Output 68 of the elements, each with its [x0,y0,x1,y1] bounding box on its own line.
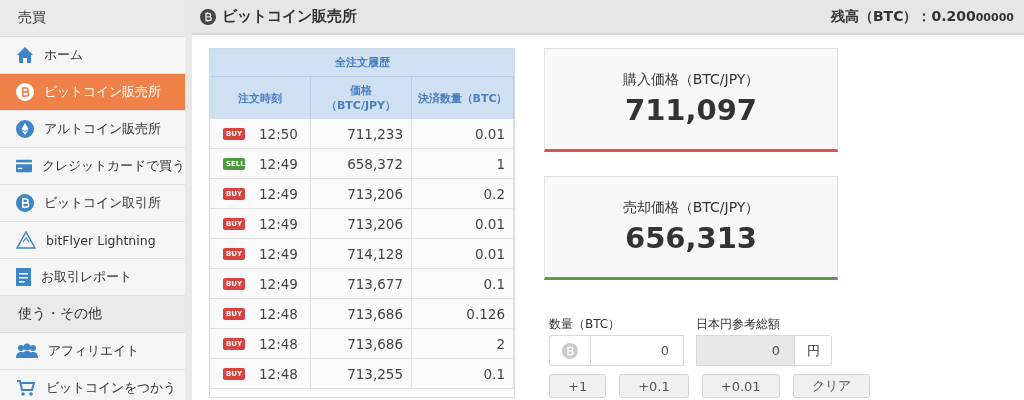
amount-button[interactable]: +1 [549,374,607,398]
order-time: 12:49 [259,275,298,292]
order-time: 12:48 [259,365,298,382]
column-header: 価格（BTC/JPY） [311,77,412,119]
table-cell: 713,206 [311,209,412,239]
amount-button[interactable]: +0.1 [619,374,689,398]
table-cell: 1 [412,149,514,179]
order-time: 12:48 [259,335,298,352]
sidebar-item-label: アルトコイン販売所 [44,120,161,138]
sidebar-item-label: ホーム [44,46,83,64]
column-header: 注文時刻 [210,77,311,119]
sidebar-item-label: クレジットカードで買う [42,157,185,175]
table-cell: 713,255 [311,359,412,389]
currency-unit: 円 [795,335,832,366]
price-value: 711,097 [624,93,758,127]
table-cell: 714,128 [311,239,412,269]
order-time: 12:49 [259,185,298,202]
sidebar-item-label: bitFlyer Lightning [46,232,156,248]
amount-button[interactable]: クリア [792,374,870,398]
field-label: 日本円参考総額 [696,316,781,333]
sidebar-item-label: ビットコイン取引所 [44,194,161,212]
table-cell: 658,372 [311,149,412,179]
credit-card-icon [16,159,32,173]
table-cell: 2 [412,329,514,359]
table-cell: 0.01 [412,209,514,239]
document-icon [16,268,31,286]
quantity-input[interactable]: 0 [590,335,684,366]
order-time: 12:49 [259,215,298,232]
table-title: 全注文履歴 [210,49,514,77]
total-input[interactable]: 0 [696,335,795,366]
price-value: 656,313 [624,221,758,255]
bitcoin-icon [562,342,578,359]
bitcoin-icon [16,83,34,101]
amount-button[interactable]: +0.01 [701,374,780,398]
sidebar-item-label: アフィリエイト [48,342,139,360]
table-cell: 713,686 [311,329,412,359]
people-icon [16,343,38,359]
table-cell: 0.1 [412,269,514,299]
sidebar-item-label: ビットコインをつかう [46,379,176,397]
table-cell: 713,686 [311,299,412,329]
sidebar-section-title: 使う・その他 [0,296,185,333]
table-cell: 711,233 [311,119,412,149]
table-cell: 0.01 [412,239,514,269]
column-header: 決済数量（BTC） [412,77,514,119]
field-label: 数量（BTC） [549,316,622,333]
bitcoin-icon [200,8,216,25]
balance-text: 残高（BTC）：0.20000000 [830,7,1014,26]
table-cell: 0.1 [412,359,514,389]
ethereum-icon [16,120,34,138]
bitcoin-icon [16,194,34,212]
house-icon [16,46,34,64]
table-cell: 713,206 [311,179,412,209]
sidebar-section-title: 売買 [0,0,185,37]
price-label: 売却価格（BTC/JPY） [622,199,760,217]
table-cell: 0.2 [412,179,514,209]
order-time: 12:48 [259,305,298,322]
table-cell: 0.126 [412,299,514,329]
sidebar-item-label: ビットコイン販売所 [44,83,161,101]
order-time: 12:49 [259,245,298,262]
sidebar-item-label: お取引レポート [41,268,132,286]
order-time: 12:49 [259,155,298,172]
mountain-icon [16,231,36,249]
shopping-cart-icon [16,379,36,397]
table-cell: 0.01 [412,119,514,149]
page-title: ビットコイン販売所 [222,7,357,26]
table-cell: 713,677 [311,269,412,299]
price-label: 購入価格（BTC/JPY） [622,71,760,89]
order-time: 12:50 [259,125,298,142]
